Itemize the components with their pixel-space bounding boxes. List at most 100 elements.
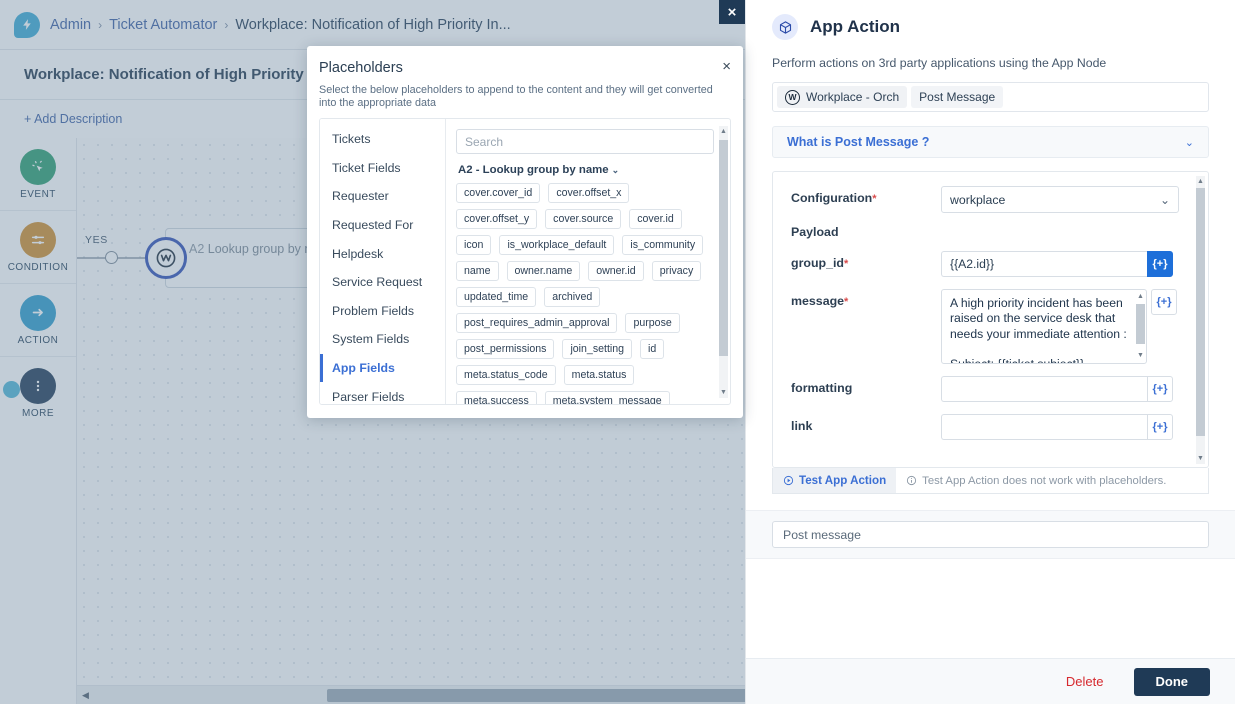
post-message-input[interactable]: [772, 521, 1209, 548]
form-scroll-area: Configuration* workplace ⌄ Payload group…: [773, 172, 1208, 467]
message-textarea-scrollbar[interactable]: ▲ ▼: [1136, 292, 1145, 361]
category-item-system-fields[interactable]: System Fields: [320, 325, 445, 354]
placeholder-chip[interactable]: icon: [456, 235, 492, 255]
placeholder-chip[interactable]: cover.source: [545, 209, 622, 229]
placeholder-chip[interactable]: post_permissions: [456, 339, 555, 359]
message-control: A high priority incident has been raised…: [941, 289, 1182, 364]
panel-footer: Delete Done: [746, 658, 1235, 704]
placeholder-chip[interactable]: id: [640, 339, 665, 359]
scroll-up-arrow[interactable]: ▲: [1196, 176, 1205, 187]
configuration-label-text: Configuration: [791, 191, 873, 205]
search-input[interactable]: [456, 129, 714, 154]
placeholder-chip[interactable]: purpose: [625, 313, 680, 333]
workplace-icon: W: [785, 89, 800, 105]
message-label: message*: [791, 289, 941, 308]
app-chip[interactable]: W Workplace - Orch: [777, 86, 908, 108]
formatting-label-text: formatting: [791, 381, 853, 395]
what-is-post-message-accordion[interactable]: What is Post Message ? ⌄: [772, 126, 1209, 158]
message-label-text: message: [791, 294, 845, 308]
post-message-bar: [746, 510, 1235, 559]
placeholders-dialog-title: Placeholders: [319, 60, 403, 76]
link-label-text: link: [791, 419, 813, 433]
placeholder-chip[interactable]: privacy: [651, 261, 702, 281]
payload-heading: Payload: [791, 225, 839, 239]
chevron-down-icon: ⌄: [611, 165, 620, 175]
action-chip[interactable]: Post Message: [911, 86, 1004, 108]
close-icon[interactable]: ×: [722, 58, 731, 75]
placeholder-chip[interactable]: owner.name: [506, 261, 581, 281]
category-item-tickets[interactable]: Tickets: [320, 125, 445, 154]
placeholder-chip[interactable]: cover.id: [629, 209, 682, 229]
info-icon: [907, 475, 917, 486]
category-item-ticket-fields[interactable]: Ticket Fields: [320, 154, 445, 183]
form-row-configuration: Configuration* workplace ⌄: [791, 186, 1182, 213]
placeholders-category-list: Tickets Ticket Fields Requester Requeste…: [320, 119, 446, 404]
test-app-action-button[interactable]: Test App Action: [773, 468, 897, 493]
insert-placeholder-button[interactable]: {+}: [1147, 251, 1173, 277]
panel-header: App Action: [746, 0, 1235, 40]
group-id-control: {+}: [941, 251, 1182, 277]
category-item-requested-for[interactable]: Requested For: [320, 211, 445, 240]
app-source-row: W Workplace - Orch Post Message: [772, 82, 1209, 112]
placeholder-chip[interactable]: name: [456, 261, 499, 281]
panel-title: App Action: [810, 17, 901, 36]
delete-button[interactable]: Delete: [1060, 673, 1110, 690]
configuration-control: workplace ⌄: [941, 186, 1182, 213]
scroll-up-arrow[interactable]: ▲: [719, 126, 728, 137]
scrollbar-thumb[interactable]: [1136, 304, 1145, 344]
placeholders-content: A2 - Lookup group by name⌄ cover.cover_i…: [446, 119, 730, 404]
link-input[interactable]: [941, 414, 1147, 440]
placeholder-chip[interactable]: post_requires_admin_approval: [456, 313, 618, 333]
group-id-label-text: group_id: [791, 256, 844, 270]
category-item-service-request[interactable]: Service Request: [320, 268, 445, 297]
test-action-note: Test App Action does not work with place…: [896, 475, 1166, 487]
message-textarea[interactable]: A high priority incident has been raised…: [941, 289, 1147, 364]
placeholder-chip[interactable]: meta.success: [456, 391, 537, 404]
required-asterisk: *: [844, 258, 849, 270]
placeholder-chip[interactable]: updated_time: [456, 287, 537, 307]
test-action-note-text: Test App Action does not work with place…: [922, 474, 1167, 487]
placeholder-chip[interactable]: meta.status: [563, 365, 635, 385]
placeholder-chip[interactable]: meta.status_code: [456, 365, 556, 385]
placeholder-chip[interactable]: cover.offset_y: [456, 209, 538, 229]
cube-icon: [772, 14, 798, 40]
chevron-down-icon: ⌄: [1159, 192, 1170, 207]
placeholder-chip[interactable]: is_community: [622, 235, 704, 255]
placeholder-chip[interactable]: cover.offset_x: [548, 183, 630, 203]
category-item-parser-fields[interactable]: Parser Fields: [320, 382, 445, 404]
placeholder-group-header[interactable]: A2 - Lookup group by name ⌄: [458, 164, 718, 176]
scrollbar-thumb[interactable]: [719, 140, 728, 356]
form-vertical-scrollbar[interactable]: ▲ ▼: [1196, 176, 1205, 464]
form-row-formatting: formatting {+}: [791, 376, 1182, 402]
scroll-up-arrow[interactable]: ▲: [1136, 292, 1145, 302]
placeholder-chip-list: cover.cover_id cover.offset_x cover.offs…: [456, 183, 718, 404]
configuration-select[interactable]: workplace ⌄: [941, 186, 1179, 213]
scroll-down-arrow[interactable]: ▼: [1196, 453, 1205, 464]
insert-placeholder-button[interactable]: {+}: [1147, 376, 1173, 402]
placeholder-chip[interactable]: archived: [544, 287, 601, 307]
placeholder-chip[interactable]: cover.cover_id: [456, 183, 541, 203]
scrollbar-thumb[interactable]: [1196, 188, 1205, 436]
scroll-down-arrow[interactable]: ▼: [719, 387, 728, 398]
done-button[interactable]: Done: [1133, 667, 1210, 696]
category-item-app-fields[interactable]: App Fields: [320, 353, 445, 383]
placeholder-chip[interactable]: meta.system_message: [544, 391, 670, 404]
insert-placeholder-button[interactable]: {+}: [1151, 289, 1177, 315]
placeholders-vertical-scrollbar[interactable]: ▲ ▼: [719, 126, 728, 398]
category-item-requester[interactable]: Requester: [320, 182, 445, 211]
insert-placeholder-button[interactable]: {+}: [1147, 414, 1173, 440]
scroll-down-arrow[interactable]: ▼: [1136, 351, 1145, 361]
group-id-input[interactable]: [941, 251, 1147, 277]
category-item-problem-fields[interactable]: Problem Fields: [320, 297, 445, 326]
category-item-helpdesk[interactable]: Helpdesk: [320, 239, 445, 268]
placeholder-chip[interactable]: join_setting: [562, 339, 633, 359]
close-icon[interactable]: ×: [719, 0, 745, 24]
placeholder-chip[interactable]: owner.id: [588, 261, 644, 281]
link-label: link: [791, 414, 941, 433]
placeholder-chip[interactable]: is_workplace_default: [499, 235, 615, 255]
group-id-label: group_id*: [791, 251, 941, 270]
formatting-input[interactable]: [941, 376, 1147, 402]
test-app-action-label: Test App Action: [799, 474, 887, 487]
test-action-bar: Test App Action Test App Action does not…: [772, 468, 1209, 494]
action-chip-label: Post Message: [919, 90, 996, 104]
